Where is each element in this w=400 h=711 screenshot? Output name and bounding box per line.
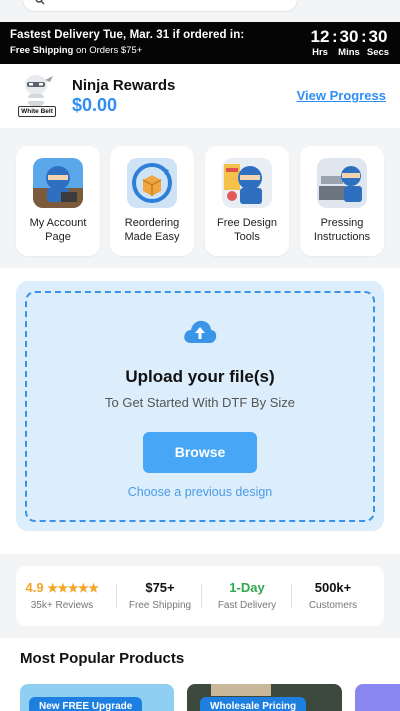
upload-title: Upload your file(s) xyxy=(125,367,275,386)
countdown-minutes: 30 Mins xyxy=(337,27,361,58)
trust-stats-section: 4.9 ★★★★★ 35k+ Reviews $75+ Free Shippin… xyxy=(0,554,400,638)
cloud-upload-icon xyxy=(184,320,217,343)
hours-label: Hrs xyxy=(312,47,328,58)
search-icon xyxy=(35,0,45,5)
product-tag: Wholesale Pricing xyxy=(200,697,307,711)
tile-label: Pressing Instructions xyxy=(313,217,371,243)
tile-label: Free Design Tools xyxy=(217,217,277,243)
view-progress-link[interactable]: View Progress xyxy=(297,88,386,103)
product-card[interactable] xyxy=(355,684,400,711)
customers-caption: Customers xyxy=(308,600,358,611)
countdown-seconds: 30 Secs xyxy=(366,27,390,58)
stat-customers: 500k+ Customers xyxy=(287,580,379,611)
free-shipping-note: Free Shipping on Orders $75+ xyxy=(10,45,142,56)
free-shipping-prefix: Free Shipping xyxy=(10,45,74,56)
product-image xyxy=(211,684,271,696)
upload-subtitle: To Get Started With DTF By Size xyxy=(105,395,295,410)
upload-section: Upload your file(s) To Get Started With … xyxy=(0,268,400,554)
rewards-title: Ninja Rewards xyxy=(72,77,176,94)
ninja-mascot-icon xyxy=(25,75,53,106)
delivery-value: 1-Day xyxy=(229,580,265,595)
browse-button[interactable]: Browse xyxy=(143,432,257,473)
belt-label: White Belt xyxy=(18,106,56,117)
rewards-section: White Belt Ninja Rewards $0.00 View Prog… xyxy=(0,64,400,128)
ninja-belt-avatar: White Belt xyxy=(16,72,56,118)
star-rating-icon: ★★★★★ xyxy=(47,581,99,595)
tile-reordering[interactable]: Reordering Made Easy xyxy=(110,146,194,256)
delivery-headline: Fastest Delivery Tue, Mar. 31 if ordered… xyxy=(10,29,245,41)
reorder-box-icon xyxy=(127,158,177,208)
seconds-label: Secs xyxy=(366,47,390,58)
tile-pressing-instructions[interactable]: Pressing Instructions xyxy=(300,146,384,256)
quick-links: My Account Page Reordering Made Easy Fre… xyxy=(0,128,400,268)
seconds-value: 30 xyxy=(368,27,388,46)
tile-label: My Account Page xyxy=(29,217,87,243)
reviews-count: 35k+ Reviews xyxy=(30,600,94,611)
product-tag: New FREE Upgrade xyxy=(29,697,143,711)
product-card[interactable]: New FREE Upgrade xyxy=(20,684,174,711)
stat-fast-delivery: 1-Day Fast Delivery xyxy=(201,580,293,611)
minutes-value: 30 xyxy=(339,27,359,46)
choose-previous-design-link[interactable]: Choose a previous design xyxy=(16,485,384,499)
delivery-caption: Fast Delivery xyxy=(217,600,277,611)
shipping-caption: Free Shipping xyxy=(128,600,192,611)
stat-rating: 4.9 ★★★★★ 35k+ Reviews xyxy=(16,580,108,611)
upload-dropzone[interactable]: Upload your file(s) To Get Started With … xyxy=(16,281,384,531)
shipping-value: $75+ xyxy=(145,580,175,595)
product-card[interactable]: Wholesale Pricing xyxy=(187,684,342,711)
minutes-label: Mins xyxy=(338,47,360,58)
countdown-timer: 12 Hrs : 30 Mins : 30 Secs xyxy=(308,27,390,58)
popular-products-section: Most Popular Products New FREE Upgrade W… xyxy=(0,638,400,711)
design-ninja-icon xyxy=(222,158,272,208)
search-strip xyxy=(0,0,400,22)
search-input[interactable] xyxy=(22,0,298,12)
delivery-banner: Fastest Delivery Tue, Mar. 31 if ordered… xyxy=(0,22,400,64)
account-ninja-icon xyxy=(33,158,83,208)
rating-line: 4.9 ★★★★★ xyxy=(16,580,108,596)
countdown-hours: 12 Hrs xyxy=(308,27,332,58)
customers-value: 500k+ xyxy=(314,580,352,595)
trust-stats: 4.9 ★★★★★ 35k+ Reviews $75+ Free Shippin… xyxy=(16,566,384,626)
free-shipping-suffix: on Orders $75+ xyxy=(73,45,143,56)
heat-press-ninja-icon xyxy=(317,158,367,208)
stat-free-shipping: $75+ Free Shipping xyxy=(114,580,206,611)
hours-value: 12 xyxy=(310,27,330,46)
tile-my-account[interactable]: My Account Page xyxy=(16,146,100,256)
section-title: Most Popular Products xyxy=(20,650,185,667)
tile-label: Reordering Made Easy xyxy=(124,217,180,243)
tile-design-tools[interactable]: Free Design Tools xyxy=(205,146,289,256)
rewards-balance: $0.00 xyxy=(72,95,118,115)
rating-value: 4.9 xyxy=(25,580,44,595)
